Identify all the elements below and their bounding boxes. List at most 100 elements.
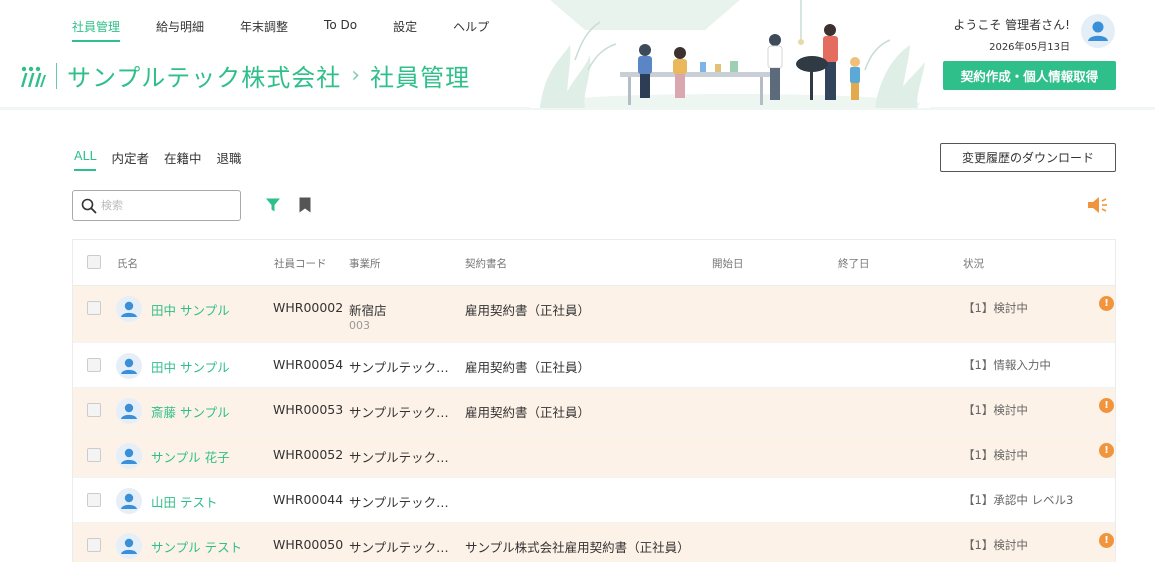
employee-name-link[interactable]: 斎藤 サンプル (151, 402, 230, 421)
contract-name: 雇用契約書（正社員） (465, 405, 591, 420)
user-avatar[interactable] (1081, 14, 1115, 48)
table-header: 氏名 社員コード 事業所 契約書名 開始日 終了日 状況 (73, 240, 1115, 286)
row-checkbox[interactable] (87, 448, 101, 462)
alert-icon[interactable]: ! (1099, 296, 1114, 311)
employee-code: WHR00044 (273, 492, 344, 507)
main-nav: 社員管理 給与明細 年末調整 To Do 設定 ヘルプ (72, 18, 525, 42)
person-icon (121, 448, 137, 464)
person-icon (121, 358, 137, 374)
employee-avatar (116, 533, 142, 559)
employee-avatar (116, 443, 142, 469)
employee-name-link[interactable]: サンプル テスト (151, 537, 242, 556)
table-row[interactable]: 田中 サンプル WHR00002 新宿店 003 雇用契約書（正社員） 【1】検… (73, 286, 1115, 343)
office-code: 003 (349, 319, 370, 332)
person-icon (121, 538, 137, 554)
filter-icon[interactable] (265, 197, 281, 213)
tab-employed[interactable]: 在籍中 (164, 148, 202, 171)
nav-year-end-adjustment[interactable]: 年末調整 (240, 18, 288, 42)
status-tabs: ALL 内定者 在籍中 退職 (74, 148, 257, 171)
download-history-button[interactable]: 変更履歴のダウンロード (940, 143, 1116, 172)
welcome-area: ようこそ 管理者さん! 2026年05月13日 (953, 16, 1070, 53)
header-start-date[interactable]: 開始日 (712, 256, 744, 271)
employee-table: 氏名 社員コード 事業所 契約書名 開始日 終了日 状況 田中 サンプル WHR… (72, 239, 1116, 562)
employee-code: WHR00050 (273, 537, 344, 552)
table-row[interactable]: 山田 テスト WHR00044 サンプルテック株式会社 【1】承認中 レベル3 (73, 478, 1115, 523)
employee-name-link[interactable]: サンプル 花子 (151, 447, 230, 466)
table-row[interactable]: サンプル 花子 WHR00052 サンプルテック株式会社 【1】検討中 ! (73, 433, 1115, 478)
app-logo-icon[interactable] (18, 63, 46, 89)
status-text: 【1】検討中 (963, 538, 1028, 552)
current-date: 2026年05月13日 (989, 42, 1070, 53)
company-name[interactable]: サンプルテック株式会社 (67, 58, 341, 93)
row-checkbox[interactable] (87, 493, 101, 507)
office-name: サンプルテック株式会社 (349, 405, 457, 420)
bbq-party-illustration (530, 0, 930, 108)
nav-employee-management[interactable]: 社員管理 (72, 18, 121, 42)
alert-icon[interactable]: ! (1099, 533, 1114, 548)
alert-icon[interactable]: ! (1099, 443, 1114, 458)
contract-name: サンプル株式会社雇用契約書（正社員） (465, 540, 690, 555)
create-contract-button[interactable]: 契約作成・個人情報取得 (943, 61, 1116, 90)
tab-all[interactable]: ALL (74, 148, 97, 171)
employee-code: WHR00053 (273, 402, 344, 417)
search-box[interactable] (72, 190, 241, 221)
employee-avatar (116, 296, 142, 322)
office-name: サンプルテック株式会社 (349, 540, 457, 555)
office-name: サンプルテック株式会社 (349, 495, 457, 510)
employee-code: WHR00002 (273, 300, 344, 315)
search-input[interactable] (101, 199, 231, 212)
welcome-message: ようこそ 管理者さん! (953, 18, 1070, 32)
person-icon (121, 403, 137, 419)
search-icon (81, 198, 97, 213)
office-name: サンプルテック株式会社 (349, 360, 457, 375)
nav-settings[interactable]: 設定 (393, 18, 417, 42)
header-name[interactable]: 氏名 (117, 256, 138, 271)
header-end-date[interactable]: 終了日 (838, 256, 870, 271)
tab-prospective[interactable]: 内定者 (111, 148, 149, 171)
breadcrumb-separator: › (351, 63, 361, 88)
contract-name: 雇用契約書（正社員） (465, 303, 591, 318)
nav-payslip[interactable]: 給与明細 (156, 18, 204, 42)
office-name: サンプルテック株式会社 (349, 450, 457, 465)
brand-divider (56, 62, 57, 89)
status-text: 【1】検討中 (963, 403, 1028, 417)
user-avatar-icon (1088, 21, 1108, 41)
header-contract-name[interactable]: 契約書名 (465, 256, 507, 271)
header-employee-code[interactable]: 社員コード (274, 256, 327, 271)
employee-name-link[interactable]: 山田 テスト (151, 492, 217, 511)
employee-name-link[interactable]: 田中 サンプル (151, 357, 230, 376)
header-status[interactable]: 状況 (963, 256, 984, 271)
page-title: 社員管理 (370, 64, 471, 92)
row-checkbox[interactable] (87, 358, 101, 372)
employee-code: WHR00054 (273, 357, 344, 372)
select-all-checkbox[interactable] (87, 255, 101, 269)
row-checkbox[interactable] (87, 538, 101, 552)
employee-code: WHR00052 (273, 447, 344, 462)
office-name: 新宿店 (349, 303, 387, 318)
status-text: 【1】検討中 (963, 301, 1028, 315)
nav-todo[interactable]: To Do (324, 18, 357, 42)
tab-retired[interactable]: 退職 (217, 148, 242, 171)
status-text: 【1】承認中 レベル3 (963, 493, 1074, 507)
employee-avatar (116, 353, 142, 379)
header-office[interactable]: 事業所 (349, 256, 381, 271)
row-checkbox[interactable] (87, 301, 101, 315)
table-row[interactable]: サンプル テスト WHR00050 サンプルテック株式会社 サンプル株式会社雇用… (73, 523, 1115, 562)
nav-help[interactable]: ヘルプ (453, 18, 489, 42)
alert-icon[interactable]: ! (1099, 398, 1114, 413)
table-row[interactable]: 斎藤 サンプル WHR00053 サンプルテック株式会社 雇用契約書（正社員） … (73, 388, 1115, 433)
bookmark-icon[interactable] (299, 197, 311, 213)
app-header: 社員管理 給与明細 年末調整 To Do 設定 ヘルプ サンプルテック株式会社 … (0, 0, 1155, 110)
status-text: 【1】情報入力中 (963, 358, 1051, 372)
employee-avatar (116, 398, 142, 424)
status-text: 【1】検討中 (963, 448, 1028, 462)
announcement-speaker-icon[interactable] (1087, 196, 1109, 214)
contract-name: 雇用契約書（正社員） (465, 360, 591, 375)
person-icon (121, 493, 137, 509)
brand-title: サンプルテック株式会社 › 社員管理 (18, 58, 470, 93)
table-row[interactable]: 田中 サンプル WHR00054 サンプルテック株式会社 雇用契約書（正社員） … (73, 343, 1115, 388)
row-checkbox[interactable] (87, 403, 101, 417)
employee-name-link[interactable]: 田中 サンプル (151, 300, 230, 319)
employee-avatar (116, 488, 142, 514)
person-icon (121, 301, 137, 317)
